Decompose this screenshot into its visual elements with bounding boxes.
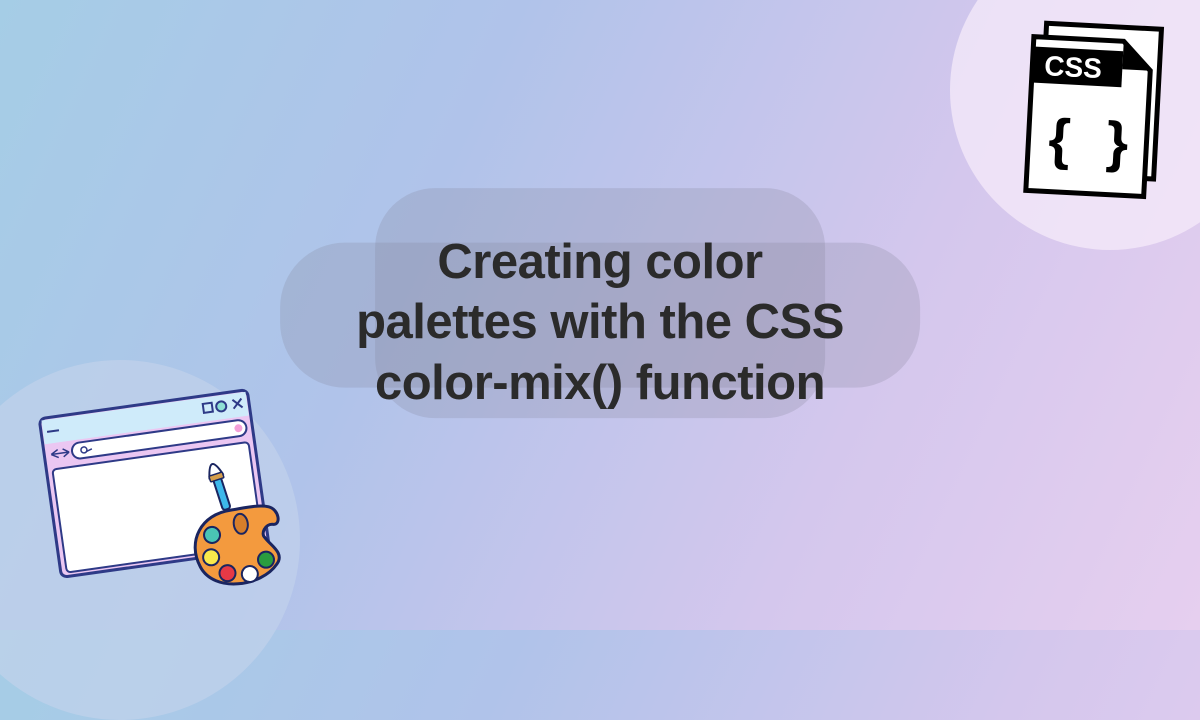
svg-text:CSS: CSS bbox=[1044, 50, 1103, 84]
title-line: color-mix() function bbox=[375, 356, 825, 410]
page-title: Creating color palettes with the CSS col… bbox=[356, 232, 844, 413]
title-line: palettes with the CSS bbox=[356, 295, 844, 349]
svg-text:}: } bbox=[1105, 110, 1130, 174]
page-title-container: Creating color palettes with the CSS col… bbox=[356, 217, 844, 413]
css-file-icon: CSS { } bbox=[1015, 16, 1179, 209]
title-line: Creating color bbox=[437, 235, 762, 289]
browser-palette-icon bbox=[8, 357, 311, 647]
svg-text:{: { bbox=[1047, 107, 1072, 171]
